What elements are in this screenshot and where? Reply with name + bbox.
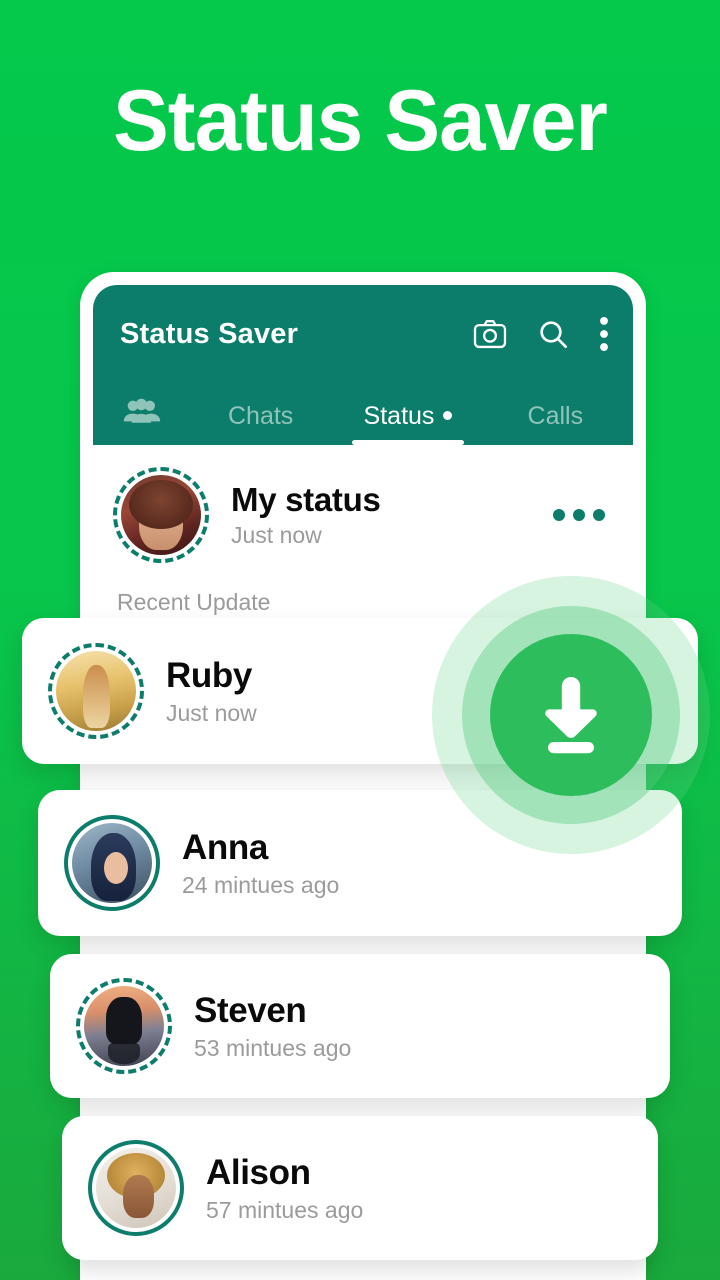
search-icon[interactable] xyxy=(537,318,569,350)
status-name: Ruby xyxy=(166,655,252,695)
status-card-text: Ruby Just now xyxy=(166,656,257,727)
avatar[interactable] xyxy=(48,643,144,739)
tab-groups[interactable] xyxy=(97,398,187,445)
my-status-row[interactable]: My status Just now xyxy=(93,445,633,575)
tab-chats-label: Chats xyxy=(228,402,294,430)
status-card-text: Alison 57 mintues ago xyxy=(206,1153,363,1224)
promo-screen: Status Saver Status Saver Chats Status C… xyxy=(0,0,720,1280)
status-card-steven[interactable]: Steven 53 mintues ago xyxy=(50,954,670,1098)
avatar[interactable] xyxy=(88,1140,184,1236)
download-icon xyxy=(523,665,619,766)
status-time: 24 mintues ago xyxy=(182,871,340,898)
tab-status-label: Status xyxy=(363,402,435,430)
status-card-text: Steven 53 mintues ago xyxy=(194,991,351,1062)
tab-calls-label: Calls xyxy=(527,402,584,430)
status-name: Alison xyxy=(206,1152,311,1192)
status-time: Just now xyxy=(166,699,257,726)
avatar[interactable] xyxy=(64,815,160,911)
camera-icon[interactable] xyxy=(473,319,507,349)
status-name: Steven xyxy=(194,990,307,1030)
app-bar-actions xyxy=(473,317,609,351)
app-bar-title: Status Saver xyxy=(120,317,299,350)
page-title: Status Saver xyxy=(113,73,608,169)
status-time: 53 mintues ago xyxy=(194,1034,352,1061)
avatar-ring-dashed xyxy=(48,643,144,739)
status-name: Anna xyxy=(182,827,268,867)
tab-chats[interactable]: Chats xyxy=(187,402,334,445)
groups-icon xyxy=(122,398,162,431)
my-status-more-icon[interactable] xyxy=(553,509,609,521)
status-card-text: Anna 24 mintues ago xyxy=(182,828,339,899)
tab-bar: Chats Status Calls xyxy=(93,383,633,445)
overflow-menu-icon[interactable] xyxy=(599,317,609,351)
status-time: 57 mintues ago xyxy=(206,1196,364,1223)
avatar-ring-dashed xyxy=(76,978,172,1074)
my-status-text: My status Just now xyxy=(231,481,553,549)
download-button[interactable] xyxy=(432,576,710,854)
status-badge-dot xyxy=(443,410,453,420)
my-status-time: Just now xyxy=(231,522,322,548)
app-bar: Status Saver xyxy=(93,285,633,383)
avatar[interactable] xyxy=(76,978,172,1074)
avatar[interactable] xyxy=(113,467,209,563)
my-status-name: My status xyxy=(231,481,381,518)
tab-calls[interactable]: Calls xyxy=(482,402,629,445)
status-card-alison[interactable]: Alison 57 mintues ago xyxy=(62,1116,658,1260)
tab-status[interactable]: Status xyxy=(334,402,481,445)
tab-active-indicator xyxy=(351,440,464,445)
download-button-core[interactable] xyxy=(490,634,652,796)
